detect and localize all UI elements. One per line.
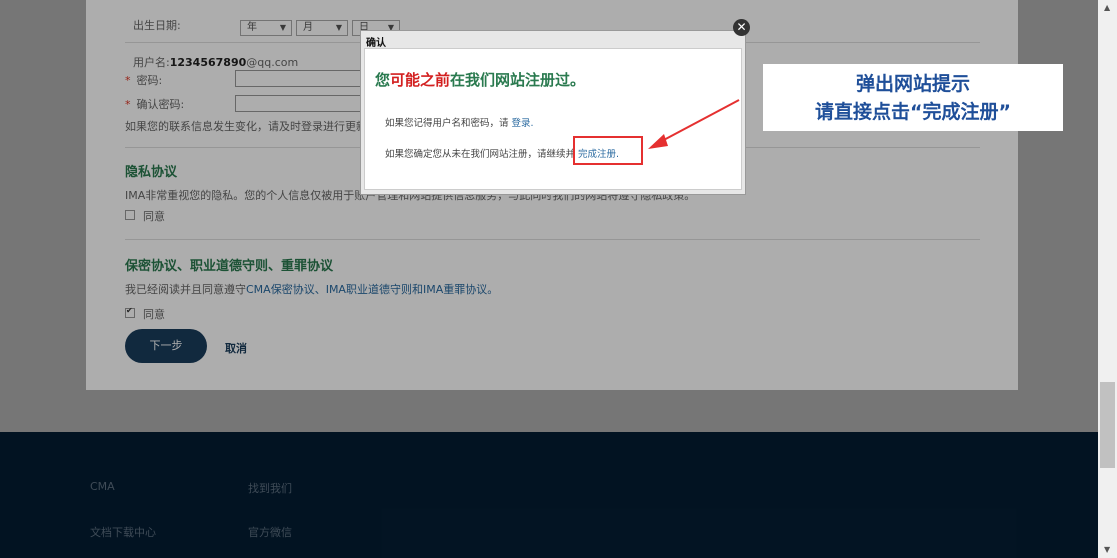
instruction-callout: 弹出网站提示 请直接点击“完成注册” [763,64,1063,131]
callout-line-1: 弹出网站提示 [855,73,970,95]
callout-line-2: 请直接点击“完成注册” [815,101,1011,123]
